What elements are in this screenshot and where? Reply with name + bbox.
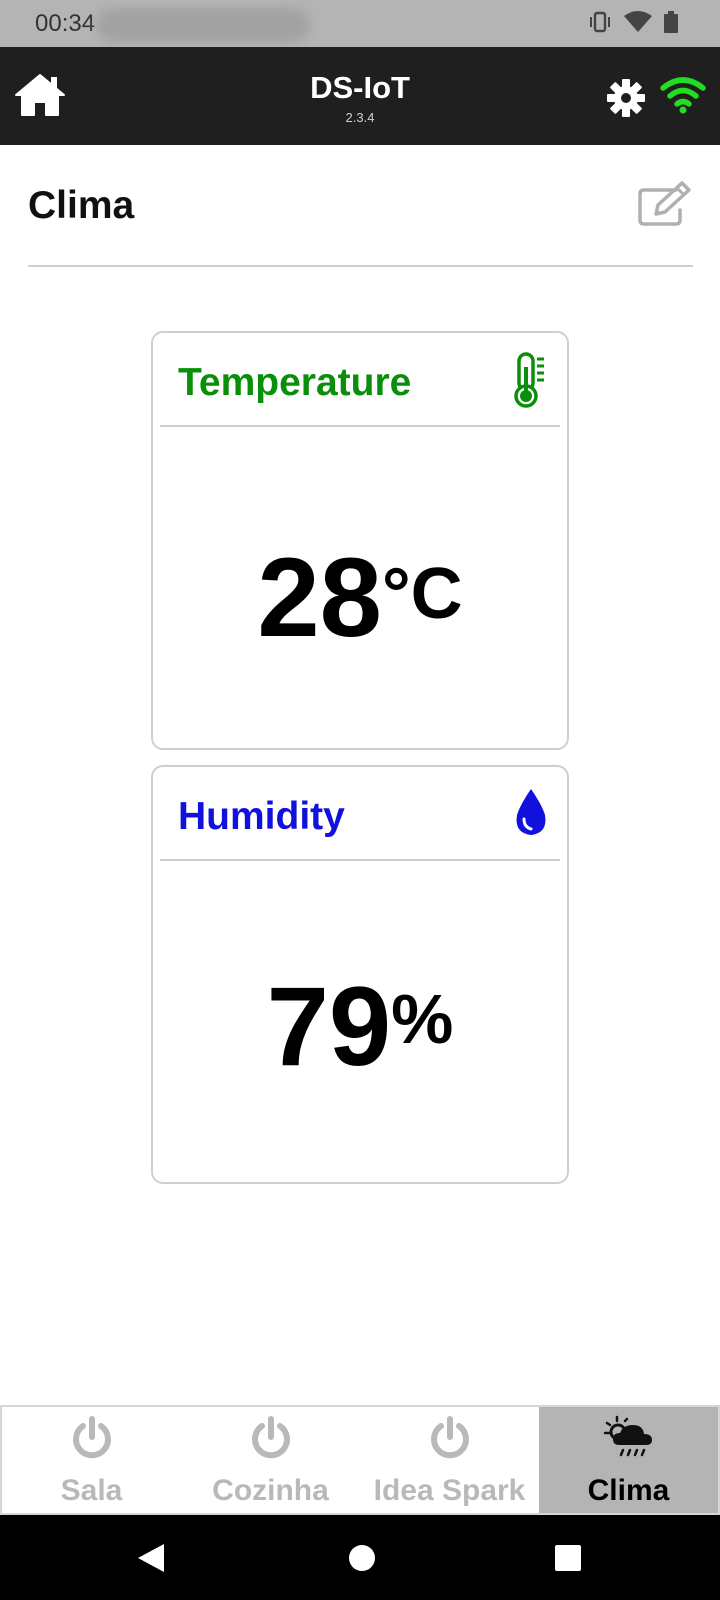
bottom-nav: Sala Cozinha Idea Spark Clima <box>0 1405 720 1515</box>
home-circle-icon[interactable] <box>348 1544 376 1572</box>
water-drop-icon <box>516 789 546 835</box>
humidity-card: Humidity 79% <box>151 765 569 1184</box>
tab-label: Clima <box>587 1474 670 1507</box>
power-icon <box>430 1416 469 1459</box>
tab-sala[interactable]: Sala <box>2 1407 181 1513</box>
system-nav-bar <box>0 1515 720 1600</box>
humidity-unit: % <box>391 980 454 1058</box>
card-divider <box>160 859 560 861</box>
wifi-signal-icon <box>624 11 652 32</box>
status-icons <box>588 11 678 33</box>
weather-icon <box>603 1415 652 1457</box>
temperature-value-row: 28°C <box>153 533 567 662</box>
temperature-value: 28 <box>257 535 382 660</box>
humidity-value: 79 <box>266 964 392 1089</box>
status-bar: 00:34 <box>0 0 720 47</box>
page-title: Clima <box>28 184 135 227</box>
tab-idea-spark[interactable]: Idea Spark <box>360 1407 539 1513</box>
tab-label: Idea Spark <box>373 1474 526 1507</box>
vibrate-icon <box>590 11 610 33</box>
edit-icon[interactable] <box>636 180 694 228</box>
card-divider <box>160 425 560 427</box>
tab-label: Sala <box>60 1474 123 1507</box>
title-divider <box>28 265 693 267</box>
temperature-unit: °C <box>381 554 463 634</box>
thermometer-icon <box>514 352 544 408</box>
back-icon[interactable] <box>136 1542 166 1574</box>
battery-icon <box>664 11 678 33</box>
humidity-value-row: 79% <box>153 962 567 1091</box>
wifi-connected-icon <box>660 77 706 114</box>
power-icon <box>72 1416 111 1459</box>
tab-label: Cozinha <box>212 1474 329 1507</box>
gear-icon[interactable] <box>606 78 646 118</box>
power-icon <box>251 1416 290 1459</box>
recents-icon[interactable] <box>554 1544 582 1572</box>
humidity-title: Humidity <box>178 795 345 838</box>
temperature-card: Temperature 28°C <box>151 331 569 750</box>
temperature-title: Temperature <box>178 361 412 404</box>
blurred-notifications <box>96 8 310 42</box>
tab-cozinha[interactable]: Cozinha <box>181 1407 360 1513</box>
app-header: DS-IoT 2.3.4 <box>0 47 720 145</box>
tab-clima[interactable]: Clima <box>539 1407 718 1513</box>
status-time: 00:34 <box>35 10 96 37</box>
